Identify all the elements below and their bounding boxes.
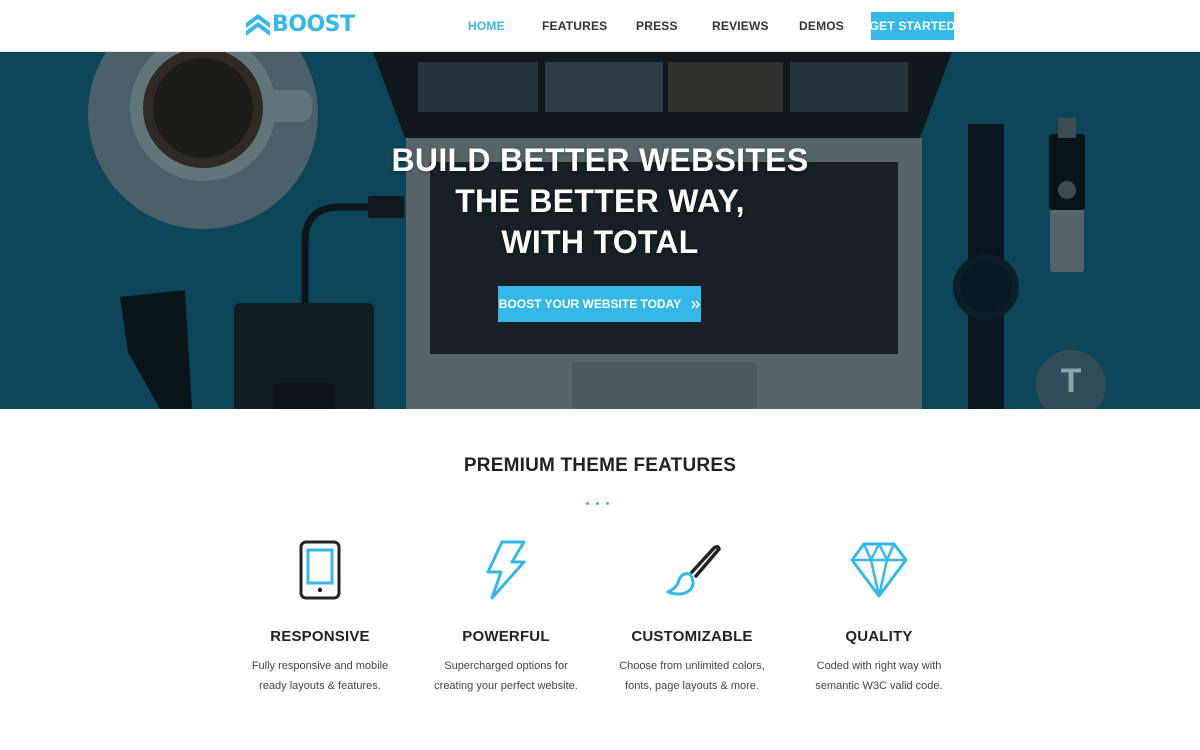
feature-description-line: Choose from unlimited colors,	[619, 660, 765, 672]
hero-section: T BUILD BETTER WEBSITES THE BETTER WAY, …	[0, 52, 1200, 409]
nav-press[interactable]: PRESS	[636, 19, 678, 33]
feature-description: Fully responsive and mobile ready layout…	[225, 656, 415, 696]
chevron-up-logo-icon	[246, 14, 270, 36]
logo-text: BOOST	[272, 11, 355, 37]
feature-description-line: creating your perfect website.	[434, 680, 578, 692]
feature-powerful: POWERFUL Supercharged options for creati…	[411, 538, 601, 696]
logo[interactable]: BOOST	[245, 9, 355, 39]
section-divider-dots	[586, 502, 609, 505]
diamond-icon	[850, 542, 908, 598]
nav-demos[interactable]: DEMOS	[799, 19, 844, 33]
boost-website-button-label: BOOST YOUR WEBSITE TODAY	[498, 297, 682, 311]
feature-responsive: RESPONSIVE Fully responsive and mobile r…	[225, 538, 415, 696]
badge-letter: T	[1060, 362, 1082, 400]
feature-description: Choose from unlimited colors, fonts, pag…	[597, 656, 787, 696]
feature-description-line: Supercharged options for	[444, 660, 568, 672]
boost-website-button[interactable]: BOOST YOUR WEBSITE TODAY	[498, 286, 701, 322]
feature-title: POWERFUL	[462, 628, 550, 645]
get-started-button[interactable]: GET STARTED	[870, 12, 955, 40]
hero-heading: BUILD BETTER WEBSITES THE BETTER WAY, WI…	[300, 140, 900, 263]
double-chevron-right-icon	[691, 300, 701, 308]
feature-quality: QUALITY Coded with right way with semant…	[784, 538, 974, 696]
feature-customizable: CUSTOMIZABLE Choose from unlimited color…	[597, 538, 787, 696]
nav-home[interactable]: HOME	[468, 19, 505, 33]
feature-description: Supercharged options for creating your p…	[411, 656, 601, 696]
features-heading: PREMIUM THEME FEATURES	[463, 455, 737, 476]
paintbrush-icon	[666, 544, 721, 596]
feature-description-line: semantic W3C valid code.	[815, 680, 943, 692]
feature-description-line: Coded with right way with	[816, 660, 942, 672]
nav-reviews[interactable]: REVIEWS	[712, 19, 769, 33]
nav-features[interactable]: FEATURES	[542, 19, 607, 33]
lightning-icon	[486, 540, 526, 600]
feature-description-line: fonts, page layouts & more.	[625, 680, 759, 692]
feature-description: Coded with right way with semantic W3C v…	[784, 656, 974, 696]
feature-title: RESPONSIVE	[270, 628, 370, 645]
feature-title: QUALITY	[845, 628, 913, 645]
feature-description-line: ready layouts & features.	[259, 680, 381, 692]
tablet-icon	[299, 540, 341, 600]
feature-title: CUSTOMIZABLE	[631, 628, 753, 645]
hero-heading-line: THE BETTER WAY,	[455, 183, 745, 219]
hero-heading-line: WITH TOTAL	[501, 224, 699, 260]
hero-heading-line: BUILD BETTER WEBSITES	[391, 142, 809, 178]
site-header: BOOST HOME FEATURES PRESS REVIEWS DEMOS …	[0, 0, 1200, 52]
feature-description-line: Fully responsive and mobile	[251, 660, 389, 672]
